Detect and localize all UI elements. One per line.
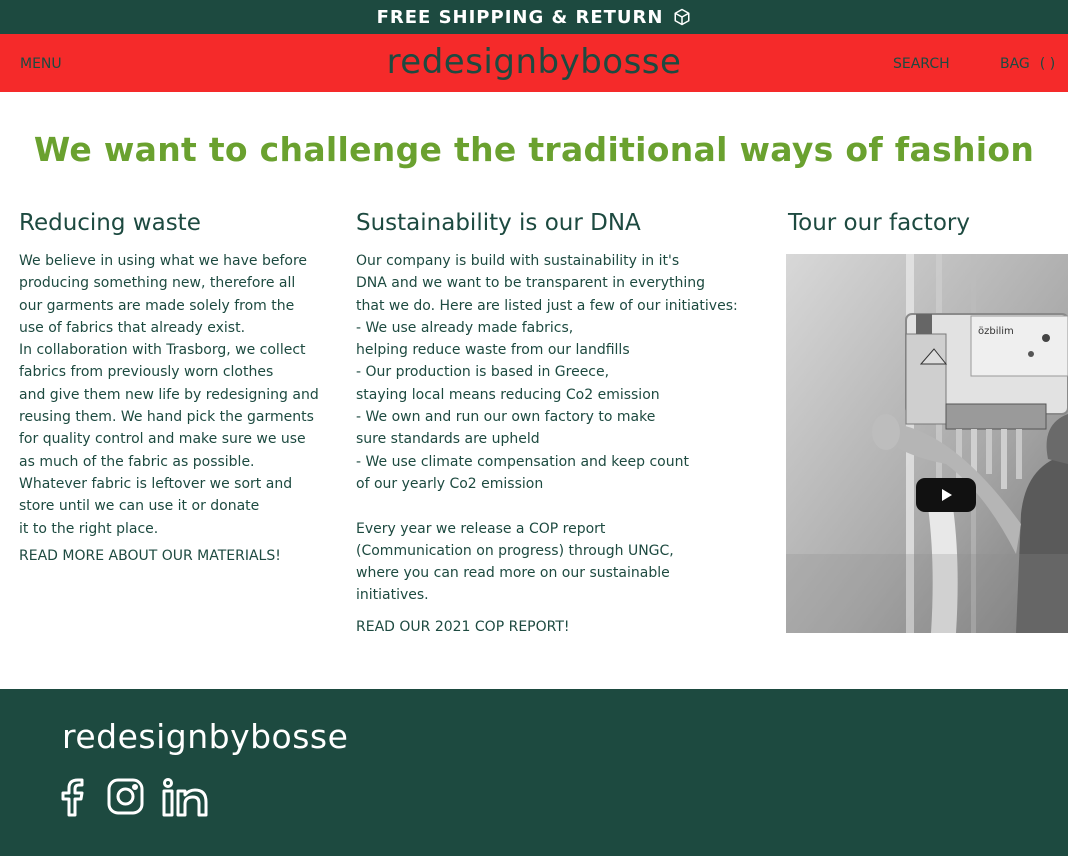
body-line: - We use already made fabrics, bbox=[356, 319, 574, 336]
body-line: and give them new life by redesigning an… bbox=[19, 386, 319, 403]
body-line: it to the right place. bbox=[19, 520, 159, 537]
section-title: Tour our factory bbox=[788, 210, 970, 236]
body-line: sure standards are upheld bbox=[356, 431, 540, 448]
body-line: (Communication on progress) through UNGC… bbox=[356, 542, 674, 559]
body-line: of our yearly Co2 emission bbox=[356, 475, 544, 492]
instagram-icon[interactable] bbox=[107, 777, 155, 821]
bag-count: ( ) bbox=[1039, 56, 1056, 72]
page-headline: We want to challenge the traditional way… bbox=[33, 130, 1035, 169]
body-line: We believe in using what we have before bbox=[19, 253, 308, 269]
body-line: DNA and we want to be transparent in eve… bbox=[356, 275, 705, 292]
section-title: Sustainability is our DNA bbox=[356, 210, 641, 236]
body-line: use of fabrics that already exist. bbox=[19, 319, 246, 336]
body-line: as much of the fabric as possible. bbox=[19, 453, 255, 470]
body-line: - Our production is based in Greece, bbox=[356, 364, 610, 381]
body-line: where you can read more on our sustainab… bbox=[356, 565, 670, 582]
factory-video[interactable]: özbilim bbox=[786, 254, 1068, 633]
factory-section: Tour our factory bbox=[788, 210, 1068, 250]
announcement-bar: FREE SHIPPING & RETURN bbox=[0, 0, 1068, 34]
section-body: Our company is build with sustainability… bbox=[356, 250, 776, 607]
sustainability-section: Sustainability is our DNA Our company is… bbox=[356, 210, 776, 635]
body-line: Every year we release a COP report bbox=[356, 520, 606, 537]
bag-button[interactable]: BAG ( ) bbox=[1000, 56, 1055, 72]
body-line: reusing them. We hand pick the garments bbox=[19, 409, 314, 426]
play-triangle-icon bbox=[942, 489, 952, 501]
body-line: that we do. Here are listed just a few o… bbox=[356, 297, 738, 314]
section-title: Reducing waste bbox=[19, 210, 201, 236]
linkedin-icon[interactable] bbox=[160, 777, 208, 821]
box-icon bbox=[674, 8, 690, 26]
body-line: - We use climate compensation and keep c… bbox=[356, 453, 689, 470]
body-line: Whatever fabric is leftover we sort and bbox=[19, 475, 293, 492]
body-line: staying local means reducing Co2 emissio… bbox=[356, 386, 660, 403]
body-line: helping reduce waste from our landfills bbox=[356, 342, 630, 359]
body-line: fabrics from previously worn clothes bbox=[19, 364, 274, 381]
reducing-waste-section: Reducing waste We believe in using what … bbox=[19, 210, 339, 564]
body-line: producing something new, therefore all bbox=[19, 275, 296, 292]
play-icon[interactable] bbox=[916, 478, 976, 512]
materials-link[interactable]: READ MORE ABOUT OUR MATERIALS! bbox=[19, 548, 339, 564]
body-line: our garments are made solely from the bbox=[19, 297, 295, 314]
section-body: We believe in using what we have before … bbox=[19, 250, 339, 540]
bag-label: BAG bbox=[1000, 56, 1030, 72]
announcement-text: FREE SHIPPING & RETURN bbox=[376, 6, 664, 28]
site-footer: redesignbybosse bbox=[0, 689, 1068, 856]
body-line: - We own and run our own factory to make bbox=[356, 409, 656, 426]
body-line: initiatives. bbox=[356, 587, 429, 604]
body-line: store until we can use it or donate bbox=[19, 498, 260, 515]
cop-report-link[interactable]: READ OUR 2021 COP REPORT! bbox=[356, 619, 776, 635]
footer-logo[interactable]: redesignbybosse bbox=[62, 717, 348, 756]
body-line: for quality control and make sure we use bbox=[19, 431, 306, 448]
machine-label: özbilim bbox=[978, 326, 1014, 337]
site-header: MENU redesignbybosse SEARCH BAG( ) bbox=[0, 34, 1068, 92]
video-thumbnail: özbilim bbox=[786, 254, 1068, 633]
search-button[interactable]: SEARCH bbox=[893, 56, 950, 72]
body-line: Our company is build with sustainability… bbox=[356, 253, 680, 269]
body-line: In collaboration with Trasborg, we colle… bbox=[19, 342, 306, 359]
facebook-icon[interactable] bbox=[55, 777, 103, 821]
